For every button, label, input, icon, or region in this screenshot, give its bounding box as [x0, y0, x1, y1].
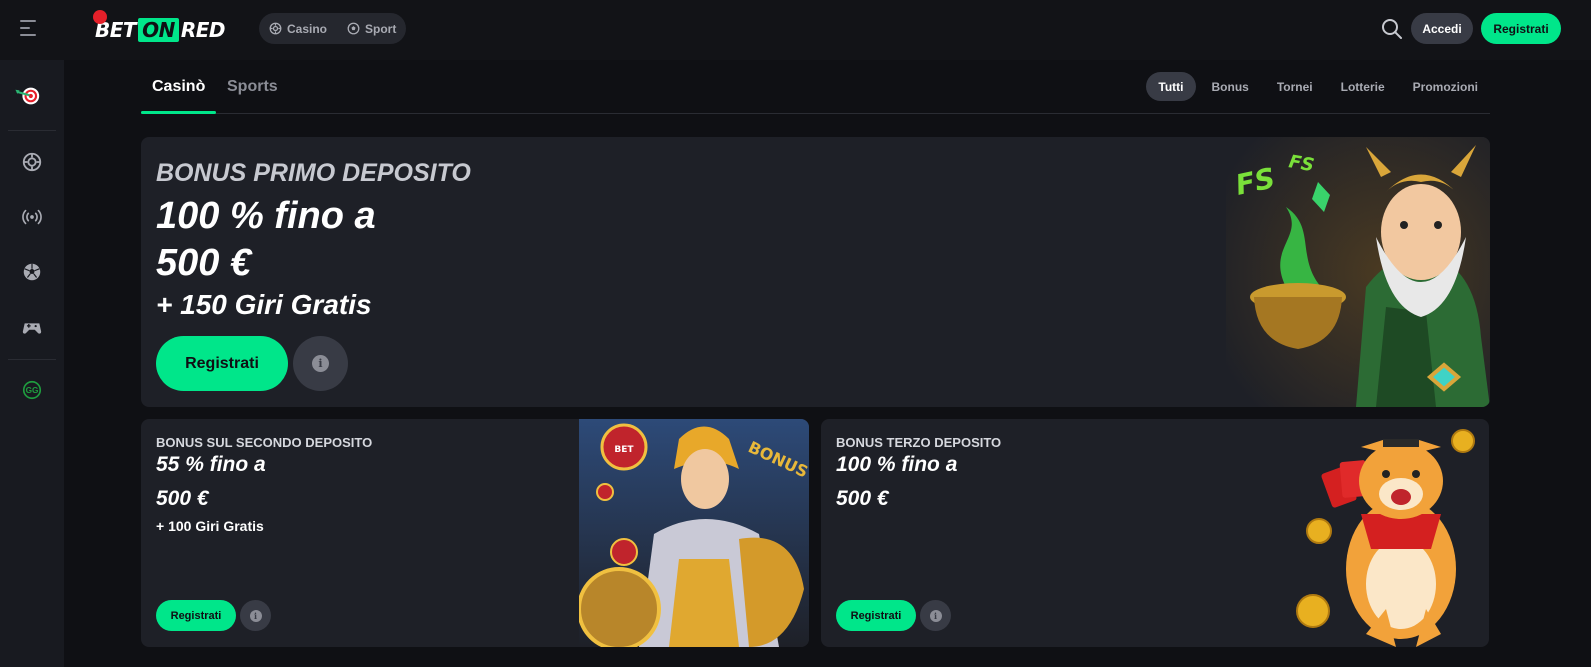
filter-tornei[interactable]: Tornei — [1265, 72, 1325, 101]
soccer-ball-icon — [347, 22, 360, 35]
casino-chip-icon — [269, 22, 282, 35]
register-button[interactable]: Registrati — [1481, 13, 1561, 44]
banner-kicker: BONUS PRIMO DEPOSITO — [156, 159, 471, 187]
card-amount-line2: 500 € — [156, 487, 209, 510]
sidebar-item-sport[interactable] — [20, 260, 44, 284]
logo-text-red: RED — [180, 18, 226, 42]
card-kicker: BONUS TERZO DEPOSITO — [836, 435, 1002, 450]
live-broadcast-icon — [22, 209, 42, 225]
banner-free-spins: + 150 Giri Gratis — [156, 289, 372, 320]
sidebar-divider — [8, 359, 56, 360]
category-tabs: Casinò Sports Tutti Bonus Tornei Lotteri… — [141, 60, 1490, 114]
login-button[interactable]: Accedi — [1411, 13, 1473, 44]
search-icon[interactable] — [1380, 17, 1404, 41]
filter-promozioni[interactable]: Promozioni — [1401, 72, 1490, 101]
card-info-button[interactable]: i — [920, 600, 951, 631]
responsible-gaming-icon: GG — [22, 380, 42, 400]
card-kicker: BONUS SUL SECONDO DEPOSITO — [156, 435, 373, 450]
knight-illustration: BET BONUS — [579, 419, 809, 647]
mode-casino-button[interactable]: Casino — [269, 22, 327, 36]
filter-tutti[interactable]: Tutti — [1146, 72, 1196, 101]
card-amount-line2: 500 € — [836, 487, 889, 510]
tiger-illustration — [1296, 429, 1475, 647]
card-amount-line1: 100 % fino a — [836, 453, 958, 476]
banner-amount-line2: 500 € — [156, 242, 252, 284]
filter-bonus[interactable]: Bonus — [1200, 72, 1261, 101]
second-deposit-card: BONUS SUL SECONDO DEPOSITO 55 % fino a 5… — [141, 419, 809, 647]
sidebar-item-live[interactable] — [20, 205, 44, 229]
sidebar: GG — [0, 60, 64, 667]
tab-sports[interactable]: Sports — [227, 78, 278, 96]
info-icon: i — [929, 609, 942, 622]
logo-roulette-icon — [93, 10, 107, 24]
menu-icon[interactable] — [20, 20, 42, 40]
info-icon: i — [312, 355, 329, 372]
card-register-button[interactable]: Registrati — [836, 600, 916, 631]
banner-amount-line1: 100 % fino a — [156, 195, 376, 237]
sidebar-divider — [8, 130, 56, 131]
card-register-button[interactable]: Registrati — [156, 600, 236, 631]
tab-casino[interactable]: Casinò — [152, 78, 205, 96]
svg-text:BET: BET — [614, 445, 634, 455]
first-deposit-banner: BONUS PRIMO DEPOSITO 100 % fino a 500 € … — [141, 137, 1490, 407]
mode-sport-label: Sport — [365, 21, 397, 36]
soccer-ball-icon — [23, 263, 41, 281]
info-icon: i — [249, 609, 262, 622]
third-deposit-card: BONUS TERZO DEPOSITO 100 % fino a 500 € … — [821, 419, 1489, 647]
casino-chip-icon — [22, 152, 42, 172]
sidebar-item-responsible-gaming[interactable]: GG — [20, 378, 44, 402]
card-free-spins: + 100 Giri Gratis — [156, 518, 264, 534]
filter-lotterie[interactable]: Lotterie — [1329, 72, 1397, 101]
wizard-illustration: FS FS — [1226, 137, 1490, 407]
banner-info-button[interactable]: i — [293, 336, 348, 391]
logo-text-on: ON — [138, 18, 179, 42]
gamepad-icon — [22, 323, 42, 334]
free-spins-badge: FS — [1287, 151, 1316, 176]
promo-filters: Tutti Bonus Tornei Lotterie Promozioni — [1146, 72, 1490, 101]
logo[interactable]: BET ON RED — [93, 10, 226, 48]
sidebar-item-promotions[interactable] — [14, 82, 42, 110]
top-bar: BET ON RED Casino Sport Accedi Registrat… — [0, 0, 1591, 60]
mode-switch: Casino Sport — [259, 13, 407, 44]
svg-text:GG: GG — [26, 386, 39, 395]
banner-register-button[interactable]: Registrati — [156, 336, 288, 391]
sidebar-item-casino[interactable] — [20, 150, 44, 174]
card-info-button[interactable]: i — [240, 600, 271, 631]
dart-target-icon — [15, 87, 40, 105]
mode-sport-button[interactable]: Sport — [347, 22, 396, 36]
active-tab-indicator — [141, 111, 216, 114]
sidebar-item-games[interactable] — [20, 315, 44, 339]
mode-casino-label: Casino — [287, 21, 328, 36]
card-amount-line1: 55 % fino a — [156, 453, 266, 476]
